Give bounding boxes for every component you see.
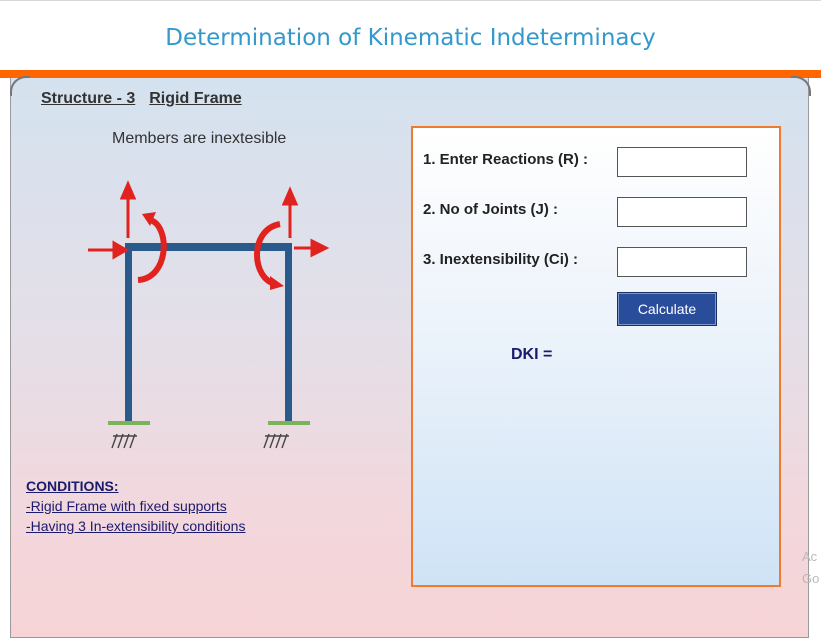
activation-watermark: Ac Go: [802, 546, 819, 590]
dki-result: DKI =: [511, 346, 553, 363]
structure-title: Structure - 3 Rigid Frame: [41, 90, 242, 108]
calculate-button[interactable]: Calculate: [617, 292, 717, 326]
left-column: [125, 244, 132, 422]
inextensibility-label: 3. Inextensibility (Ci) :: [423, 251, 579, 268]
conditions-block: CONDITIONS: -Rigid Frame with fixed supp…: [26, 478, 245, 534]
accent-bar: [0, 70, 821, 78]
watermark-line: Go: [802, 571, 820, 586]
right-column: [285, 244, 292, 422]
rigid-frame-diagram: [88, 180, 330, 449]
structure-number: Structure - 3: [41, 90, 136, 107]
arrow-head-icon: [119, 180, 137, 200]
support-hatch-icon: [111, 433, 289, 449]
arrow-head-icon: [112, 240, 129, 260]
moment-arrow-head-icon: [270, 276, 284, 290]
condition-item: -Having 3 In-extensibility conditions: [26, 518, 246, 534]
joints-label: 2. No of Joints (J) :: [423, 201, 558, 218]
page-title: Determination of Kinematic Indeterminacy: [165, 25, 656, 51]
calculation-form: 1. Enter Reactions (R) : 2. No of Joints…: [411, 126, 781, 587]
reactions-input[interactable]: [617, 147, 747, 177]
moment-arrow-icon: [254, 221, 281, 287]
conditions-heading: CONDITIONS:: [26, 478, 119, 494]
inextensibility-input[interactable]: [617, 247, 747, 277]
fixed-support-icon: [108, 421, 150, 425]
fixed-support-icon: [268, 421, 310, 425]
watermark-line: Ac: [802, 549, 818, 564]
beam: [125, 243, 292, 251]
reactions-label: 1. Enter Reactions (R) :: [423, 151, 589, 168]
condition-item: -Rigid Frame with fixed supports: [26, 498, 227, 514]
arrow-head-icon: [310, 238, 330, 258]
arrow-head-icon: [281, 186, 299, 206]
members-note: Members are inextesible: [112, 130, 287, 147]
top-divider: [0, 0, 821, 1]
joints-input[interactable]: [617, 197, 747, 227]
structure-type: Rigid Frame: [149, 90, 242, 107]
